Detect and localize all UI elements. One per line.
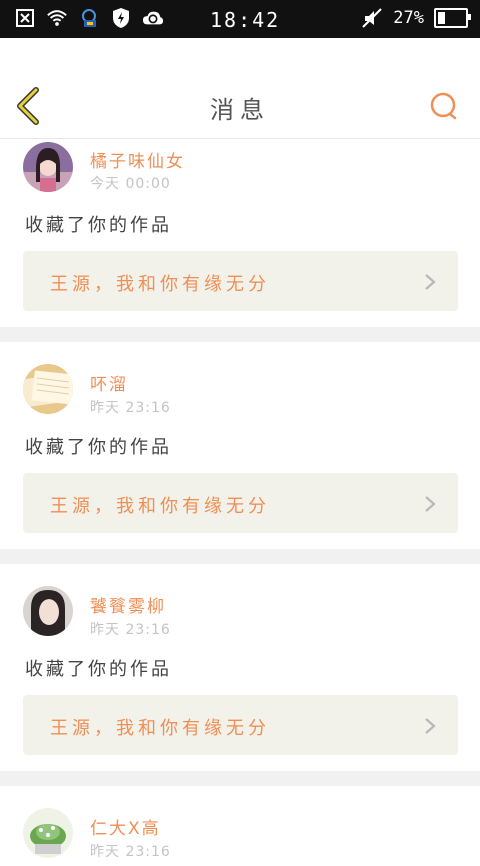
work-link[interactable]: 王源，我和你有缘无分 xyxy=(23,251,458,311)
timestamp: 今天 00:00 xyxy=(90,176,171,192)
qq-bear-icon xyxy=(78,7,100,29)
divider xyxy=(0,771,480,786)
page-title: 消息 xyxy=(210,96,270,124)
search-icon xyxy=(430,92,457,120)
avatar[interactable] xyxy=(23,586,73,636)
divider xyxy=(0,327,480,342)
action-text: 收藏了你的作品 xyxy=(25,437,172,458)
chevron-right-icon xyxy=(425,496,436,512)
wifi-icon xyxy=(46,7,68,29)
avatar[interactable] xyxy=(23,808,73,858)
shield-bolt-icon xyxy=(110,7,132,29)
timestamp: 昨天 23:16 xyxy=(90,622,171,638)
status-right-icons: 27% xyxy=(361,7,471,29)
username[interactable]: 饕餮雾柳 xyxy=(90,592,166,617)
avatar[interactable] xyxy=(23,364,73,414)
work-link[interactable]: 王源，我和你有缘无分 xyxy=(23,695,458,755)
work-title: 王源，我和你有缘无分 xyxy=(50,718,270,739)
status-left-icons xyxy=(14,7,164,29)
avatar[interactable] xyxy=(23,142,73,192)
chevron-right-icon xyxy=(425,718,436,734)
timestamp: 昨天 23:16 xyxy=(90,844,171,860)
battery-fill xyxy=(438,12,445,24)
cloud-sync-icon xyxy=(142,7,164,29)
message-card: 吥溜 昨天 23:16 收藏了你的作品 王源，我和你有缘无分 xyxy=(0,342,480,549)
username[interactable]: 仁大X高 xyxy=(90,814,161,839)
close-box-icon xyxy=(14,7,36,29)
message-card: 饕餮雾柳 昨天 23:16 收藏了你的作品 王源，我和你有缘无分 xyxy=(0,564,480,771)
timestamp: 昨天 23:16 xyxy=(90,400,171,416)
status-time: 18:42 xyxy=(210,8,281,32)
username[interactable]: 吥溜 xyxy=(90,370,128,395)
work-link[interactable]: 王源，我和你有缘无分 xyxy=(23,473,458,533)
mute-icon xyxy=(361,7,383,29)
search-button[interactable] xyxy=(428,90,460,122)
status-bar: 18:42 27% xyxy=(0,0,480,38)
message-feed: 橘子味仙女 今天 00:00 收藏了你的作品 王源，我和你有缘无分 吥溜 昨天 … xyxy=(0,139,480,866)
app-header: 消息 xyxy=(0,38,480,139)
action-text: 收藏了你的作品 xyxy=(25,215,172,236)
work-title: 王源，我和你有缘无分 xyxy=(50,496,270,517)
username[interactable]: 橘子味仙女 xyxy=(90,147,185,172)
action-text: 收藏了你的作品 xyxy=(25,659,172,680)
message-card: 仁大X高 昨天 23:16 xyxy=(0,786,480,866)
battery-icon xyxy=(434,8,471,28)
divider xyxy=(0,549,480,564)
battery-percent: 27% xyxy=(393,8,424,28)
work-title: 王源，我和你有缘无分 xyxy=(50,274,270,295)
message-card: 橘子味仙女 今天 00:00 收藏了你的作品 王源，我和你有缘无分 xyxy=(0,139,480,327)
chevron-right-icon xyxy=(425,274,436,290)
